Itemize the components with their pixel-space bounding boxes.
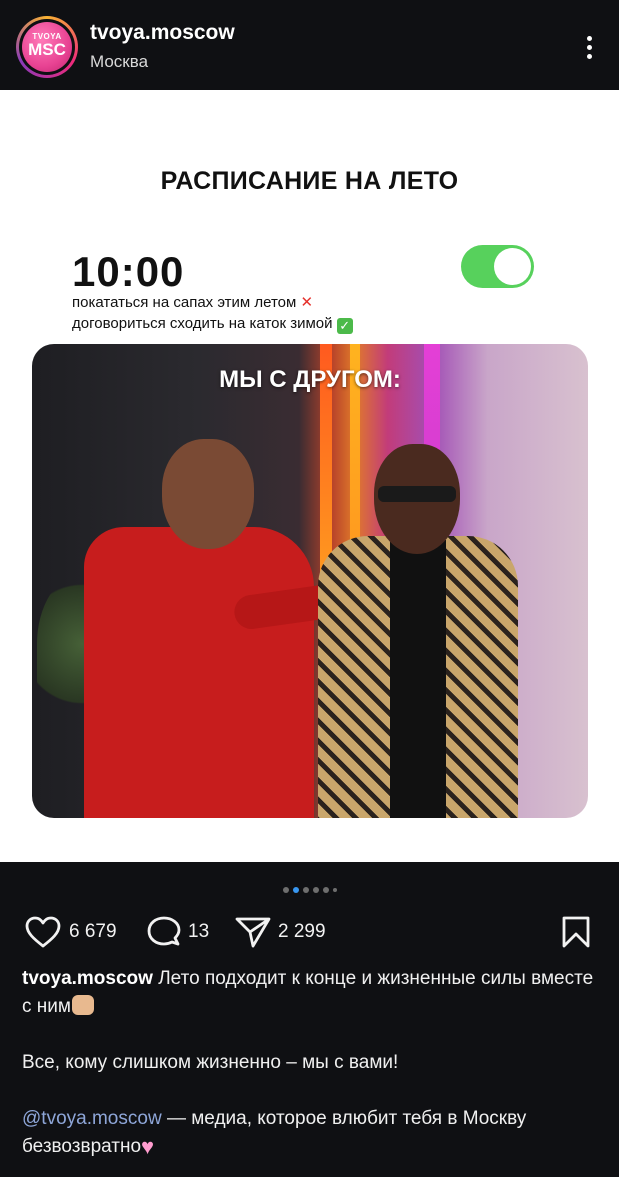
heart-icon xyxy=(25,916,61,948)
bookmark-icon xyxy=(562,916,590,948)
cross-mark-icon: ✕ xyxy=(300,294,314,311)
post-header: TVOYA MSC tvoya.moscow Москва xyxy=(0,0,619,90)
comment-button[interactable]: 13 xyxy=(145,915,225,949)
schedule-line-1-text: покататься на сапах этим летом xyxy=(72,294,297,311)
avatar[interactable]: TVOYA MSC xyxy=(16,16,78,78)
like-button[interactable]: 6 679 xyxy=(24,915,134,949)
caption-paragraph-3: @tvoya.moscow — медиа, которое влюбит те… xyxy=(22,1105,602,1161)
schedule-line-2: договориться сходить на каток зимой ✓ xyxy=(72,315,353,334)
comments-count[interactable]: 13 xyxy=(188,921,209,943)
caption-paragraph-1: tvoya.moscow Лето подходит к концe и жиз… xyxy=(22,965,602,1021)
more-options-icon[interactable] xyxy=(587,36,593,62)
schedule-line-1: покататься на сапах этим летом ✕ xyxy=(72,293,313,311)
toggle-switch-graphic xyxy=(461,245,534,288)
shares-count[interactable]: 2 299 xyxy=(278,921,326,943)
caption-paragraph-2: Все, кому слишком жизненно – мы с вами! xyxy=(22,1052,399,1073)
caption-mention-link[interactable]: @tvoya.moscow xyxy=(22,1108,162,1129)
person-in-red-suit xyxy=(84,439,356,818)
post-caption: tvoya.moscow Лето подходит к концe и жиз… xyxy=(22,965,602,1177)
schedule-line-2-text: договориться сходить на каток зимой xyxy=(72,315,333,332)
carousel-indicator xyxy=(0,881,619,899)
caption-username[interactable]: tvoya.moscow xyxy=(22,968,153,989)
avatar-main-text: MSC xyxy=(28,40,66,59)
carousel-dot-active xyxy=(292,886,299,893)
carousel-dot xyxy=(302,886,309,893)
pink-heart-emoji-icon: ♥ xyxy=(141,1134,155,1159)
post-actions-bar: 6 679 13 2 299 xyxy=(0,905,619,959)
fist-emoji-icon xyxy=(71,995,94,1015)
post-location[interactable]: Москва xyxy=(90,52,148,72)
share-icon xyxy=(235,917,271,948)
post-username[interactable]: tvoya.moscow xyxy=(90,21,235,45)
comment-icon xyxy=(147,916,181,946)
share-button[interactable]: 2 299 xyxy=(234,915,344,949)
check-mark-icon: ✓ xyxy=(336,318,353,334)
carousel-dot xyxy=(312,886,319,893)
meme-photo: МЫ С ДРУГОМ: xyxy=(32,344,588,818)
person-in-patterned-jacket xyxy=(318,444,518,818)
carousel-dot xyxy=(322,886,329,893)
post-image[interactable]: РАСПИСАНИЕ НА ЛЕТО 10:00 покататься на с… xyxy=(0,90,619,862)
photo-caption: МЫ С ДРУГОМ: xyxy=(219,366,401,393)
schedule-time: 10:00 xyxy=(72,248,185,295)
post-image-title: РАСПИСАНИЕ НА ЛЕТО xyxy=(160,167,459,195)
bookmark-button[interactable] xyxy=(561,915,591,949)
likes-count[interactable]: 6 679 xyxy=(69,921,117,943)
carousel-dot xyxy=(332,887,337,892)
carousel-dot xyxy=(282,886,289,893)
